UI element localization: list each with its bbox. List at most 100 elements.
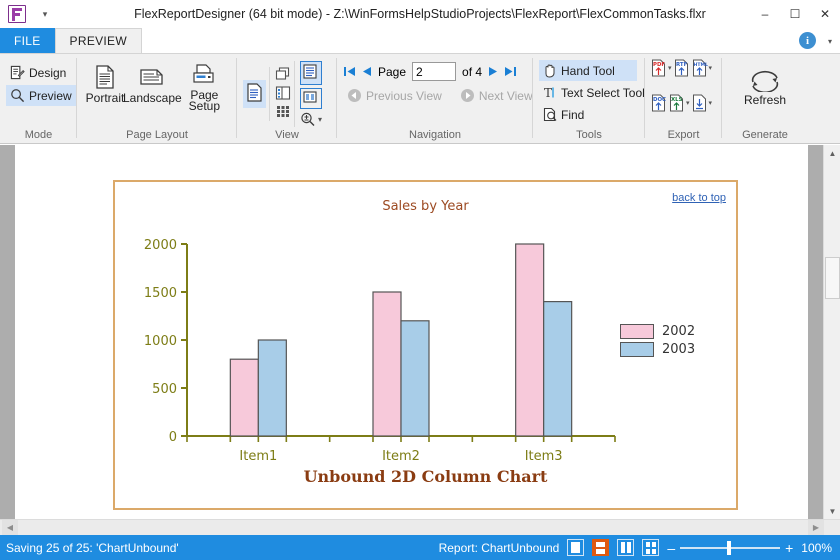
landscape-button[interactable]: Landscape	[127, 62, 178, 106]
minimize-button[interactable]: –	[750, 0, 780, 28]
help-info-icon[interactable]: i	[799, 32, 816, 49]
last-page-icon[interactable]	[504, 65, 517, 78]
page-setup-icon	[191, 64, 217, 88]
chart-bar	[258, 340, 286, 436]
horizontal-scrollbar[interactable]: ◀ ▶	[0, 519, 840, 535]
ribbon-group-export: PDF ▾ RTF HTML ▾ DOC	[645, 54, 722, 144]
page-setup-button[interactable]: Page Setup	[178, 62, 231, 114]
design-button[interactable]: Design	[6, 62, 70, 83]
export-rtf-button[interactable]: RTF	[674, 59, 690, 80]
chart-legend: 2002 2003	[620, 322, 695, 358]
svg-text:PDF: PDF	[653, 62, 665, 68]
hand-icon	[543, 63, 557, 78]
scroll-up-icon[interactable]: ▲	[824, 145, 840, 162]
zoom-track[interactable]	[680, 547, 780, 549]
vertical-scrollbar[interactable]: ▲ ▼	[823, 145, 840, 520]
export-xls-icon: XLS	[669, 94, 685, 112]
export-other-button[interactable]: ▾	[692, 94, 713, 112]
find-button[interactable]: Find	[539, 104, 588, 125]
scroll-down-icon[interactable]: ▼	[824, 503, 840, 520]
hand-tool-label: Hand Tool	[561, 64, 615, 78]
tab-preview[interactable]: PREVIEW	[55, 28, 142, 53]
preview-button[interactable]: Preview	[6, 85, 76, 106]
text-select-tool-button[interactable]: T Text Select Tool	[539, 82, 649, 103]
legend-swatch-2002	[620, 324, 654, 339]
export-doc-button[interactable]: DOC	[651, 94, 667, 115]
close-button[interactable]: ✕	[810, 0, 840, 28]
outline-panel-button[interactable]	[300, 61, 322, 85]
legend-item: 2002	[620, 322, 695, 340]
hand-tool-button[interactable]: Hand Tool	[539, 60, 637, 81]
export-other-icon	[692, 94, 708, 112]
grid-mode-button[interactable]	[642, 539, 659, 556]
chart-bar	[373, 292, 401, 436]
next-view-icon	[460, 88, 475, 103]
first-page-icon[interactable]	[343, 65, 356, 78]
zoom-out-button[interactable]: –	[667, 542, 675, 554]
zoom-slider[interactable]: – +	[667, 542, 793, 554]
y-tick-label: 1500	[144, 286, 177, 301]
tab-file[interactable]: FILE	[0, 28, 55, 53]
scroll-left-icon[interactable]: ◀	[2, 520, 18, 535]
thumbnails-view-button[interactable]	[275, 86, 291, 103]
export-xls-button[interactable]: XLS ▾	[669, 94, 690, 112]
two-column-mode-button[interactable]	[617, 539, 634, 556]
group-label-export: Export	[645, 128, 722, 144]
refresh-button[interactable]: Refresh	[738, 64, 792, 108]
two-page-horizontal-mode-button[interactable]	[592, 539, 609, 556]
y-tick-label: 1000	[144, 334, 177, 349]
svg-text:T: T	[544, 86, 552, 100]
design-icon	[10, 65, 25, 80]
grid-view-button[interactable]	[275, 105, 291, 121]
portrait-page-icon	[93, 64, 117, 90]
svg-text:RTF: RTF	[676, 62, 688, 68]
previous-view-button[interactable]: Previous View	[343, 85, 446, 106]
portrait-button[interactable]: Portrait	[83, 62, 127, 106]
ribbon-group-page-layout: Portrait Landscape Page Setup Page Layou…	[77, 54, 237, 144]
previous-view-icon	[347, 88, 362, 103]
landscape-label: Landscape	[123, 92, 182, 104]
page-number-input[interactable]	[412, 62, 456, 81]
vertical-scroll-thumb[interactable]	[825, 257, 840, 299]
side-panel-button[interactable]	[300, 88, 322, 109]
maximize-button[interactable]: ☐	[780, 0, 810, 28]
window-controls: – ☐ ✕	[750, 0, 840, 28]
group-label-mode: Mode	[0, 128, 77, 144]
chart-x-tick-labels: Item1Item2Item3	[239, 449, 562, 464]
single-page-mode-button[interactable]	[567, 539, 584, 556]
group-label-view: View	[237, 128, 337, 144]
export-rtf-icon: RTF	[674, 59, 690, 77]
single-page-view-button[interactable]	[243, 80, 266, 108]
zoom-in-button[interactable]: +	[785, 542, 793, 554]
multi-page-view-button[interactable]	[275, 67, 291, 84]
status-report-label: Report: ChartUnbound	[439, 541, 560, 555]
help-dropdown-icon[interactable]: ▾	[828, 37, 832, 46]
export-pdf-button[interactable]: PDF ▾	[651, 59, 672, 77]
page-setup-label: Page Setup	[184, 90, 225, 112]
svg-text:XLS: XLS	[671, 97, 683, 103]
ribbon-group-mode: Design Preview Mode	[0, 54, 77, 144]
scroll-right-icon[interactable]: ▶	[808, 520, 824, 535]
grid-view-icon	[275, 105, 291, 118]
ribbon-group-generate: Refresh Generate	[722, 54, 808, 144]
chart-bar	[544, 302, 572, 436]
next-view-button[interactable]: Next View	[456, 85, 537, 106]
landscape-page-icon	[138, 64, 166, 90]
next-page-icon[interactable]	[488, 65, 498, 78]
next-view-label: Next View	[479, 89, 533, 103]
svg-text:HTML: HTML	[693, 62, 708, 68]
zoom-dropdown-icon	[300, 112, 316, 127]
status-bar: Saving 25 of 25: 'ChartUnbound' Report: …	[0, 535, 840, 560]
quick-access-dropdown-icon[interactable]: ▾	[38, 7, 52, 21]
flexreport-app-icon[interactable]	[8, 5, 26, 23]
window-title: FlexReportDesigner (64 bit mode) - Z:\Wi…	[0, 7, 840, 21]
page-left-margin	[0, 145, 15, 520]
x-tick-label: Item2	[382, 449, 420, 464]
y-tick-label: 2000	[144, 238, 177, 253]
prev-page-icon[interactable]	[362, 65, 372, 78]
document-viewport[interactable]: back to top Sales by Year 05001000150020…	[0, 145, 840, 520]
zoom-dropdown-button[interactable]: ▾	[300, 112, 322, 127]
export-html-button[interactable]: HTML ▾	[692, 59, 713, 77]
zoom-thumb[interactable]	[727, 541, 731, 555]
x-tick-label: Item1	[239, 449, 277, 464]
